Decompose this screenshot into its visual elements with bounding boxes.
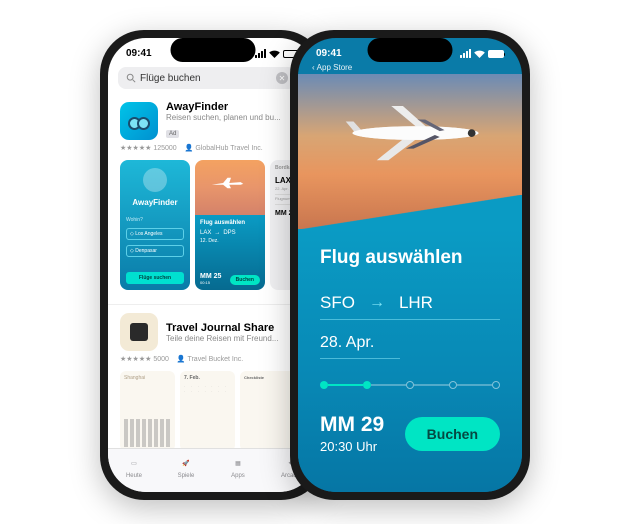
status-indicators	[460, 49, 504, 58]
battery-icon	[488, 50, 504, 58]
airplane-icon	[210, 175, 245, 190]
rating-stars: ★★★★★ 5000	[120, 355, 169, 363]
arrow-icon: →	[369, 294, 385, 312]
card-date: 7. Feb.	[184, 375, 231, 381]
app-result-awayfinder[interactable]: AwayFinder Reisen suchen, planen und bu.…	[108, 93, 317, 298]
tab-games[interactable]: 🚀Spiele	[177, 454, 195, 479]
search-row: ✕ Abb	[108, 63, 317, 93]
shot1-to: ◇ Denpasar	[126, 245, 184, 257]
search-input[interactable]	[140, 73, 272, 84]
status-time: 09:41	[316, 48, 342, 59]
app-icon-journal	[120, 313, 158, 351]
from-code: SFO	[320, 293, 355, 313]
route-row[interactable]: SFO → LHR	[320, 293, 500, 320]
binoculars-icon	[128, 114, 150, 128]
city-name: Shanghai	[124, 375, 171, 381]
back-row: ‹ App Store	[298, 63, 522, 74]
notch	[368, 38, 453, 62]
shot2-route: LAX→DPS	[200, 230, 260, 236]
app-result-travel-journal[interactable]: Travel Journal Share Teile deine Reisen …	[108, 304, 317, 459]
rocket-icon: 🚀	[177, 454, 195, 472]
wifi-icon	[474, 50, 485, 58]
flight-code: MM 29	[320, 413, 384, 437]
app-icon-awayfinder	[120, 102, 158, 140]
today-icon: ▭	[125, 454, 143, 472]
journal-icon	[130, 323, 148, 341]
flight-time: 20:30 Uhr	[320, 439, 384, 454]
search-icon	[126, 73, 136, 83]
developer-label: 👤 Travel Bucket Inc.	[177, 355, 243, 363]
shot2-hero	[195, 160, 265, 215]
shot2-date: 12. Dez.	[200, 238, 260, 244]
shot2-title: Flug auswählen	[200, 220, 260, 226]
book-button[interactable]: Buchen	[405, 417, 500, 451]
app-name: AwayFinder	[166, 101, 305, 113]
card-checklist[interactable]: Checkliste	[240, 371, 295, 451]
airplane-icon	[338, 104, 493, 162]
clear-icon[interactable]: ✕	[276, 72, 288, 84]
shot2-flight: MM 25	[200, 273, 221, 280]
diagonal-divider	[298, 195, 522, 229]
phone-right-screen: 09:41 ‹ App Store	[298, 38, 522, 492]
shot1-brand: AwayFinder	[126, 198, 184, 207]
signal-icon	[460, 49, 471, 58]
tab-today[interactable]: ▭Heute	[125, 454, 143, 479]
rating-stars: ★★★★★ 125000	[120, 144, 177, 152]
tab-bar: ▭Heute 🚀Spiele ▦Apps ✦Arcade	[108, 448, 317, 492]
notch	[170, 38, 255, 62]
app2-meta: ★★★★★ 5000 👤 Travel Bucket Inc.	[120, 355, 305, 363]
hero-image	[298, 74, 522, 229]
shot1-from: ◇ Los Angeles	[126, 228, 184, 240]
app2-name: Travel Journal Share	[166, 322, 305, 334]
bottom-section: MM 29 20:30 Uhr Buchen	[320, 389, 500, 454]
app-subtitle: Reisen suchen, planen und bu...	[166, 113, 305, 122]
screenshots-row-2[interactable]: Shanghai 7. Feb. ······· ······· Checkli…	[120, 371, 305, 451]
status-time: 09:41	[126, 48, 152, 59]
shot2-time: 00:15	[200, 280, 221, 285]
ad-badge: Ad	[166, 130, 179, 138]
detail-title: Flug auswählen	[320, 247, 500, 269]
phone-left-screen: 09:41 ✕ Abb AwayFinder Rei	[108, 38, 317, 492]
date-row[interactable]: 28. Apr.	[320, 334, 400, 359]
app-meta: ★★★★★ 125000 👤 GlobalHub Travel Inc.	[120, 144, 305, 152]
phone-right-frame: 09:41 ‹ App Store	[290, 30, 530, 500]
wifi-icon	[269, 50, 280, 58]
developer-label: 👤 GlobalHub Travel Inc.	[185, 144, 263, 152]
card-calendar[interactable]: 7. Feb. ······· ·······	[180, 371, 235, 451]
logo-icon	[143, 168, 167, 192]
shot1-btn: Flüge suchen	[126, 272, 184, 284]
search-box[interactable]: ✕	[118, 67, 296, 89]
card-check-title: Checkliste	[244, 375, 291, 380]
calendar-grid: ······· ·······	[184, 384, 231, 393]
screenshot-1[interactable]: AwayFinder Wohin? ◇ Los Angeles ◇ Denpas…	[120, 160, 190, 290]
progress-indicator	[320, 381, 500, 389]
apps-icon: ▦	[229, 454, 247, 472]
tab-apps[interactable]: ▦Apps	[229, 454, 247, 479]
back-button[interactable]: ‹ App Store	[312, 63, 508, 72]
shot1-where: Wohin?	[126, 217, 184, 223]
shot2-btn: Buchen	[230, 275, 260, 285]
flight-detail-body: Flug auswählen SFO → LHR 28. Apr. MM 29 …	[298, 229, 522, 492]
card-city[interactable]: Shanghai	[120, 371, 175, 451]
to-code: LHR	[399, 293, 433, 313]
app2-subtitle: Teile deine Reisen mit Freund...	[166, 334, 305, 343]
signal-icon	[255, 49, 266, 58]
screenshots-row[interactable]: AwayFinder Wohin? ◇ Los Angeles ◇ Denpas…	[120, 160, 305, 290]
skyline-icon	[124, 419, 171, 447]
screenshot-2[interactable]: Flug auswählen LAX→DPS 12. Dez. MM 25 00…	[195, 160, 265, 290]
